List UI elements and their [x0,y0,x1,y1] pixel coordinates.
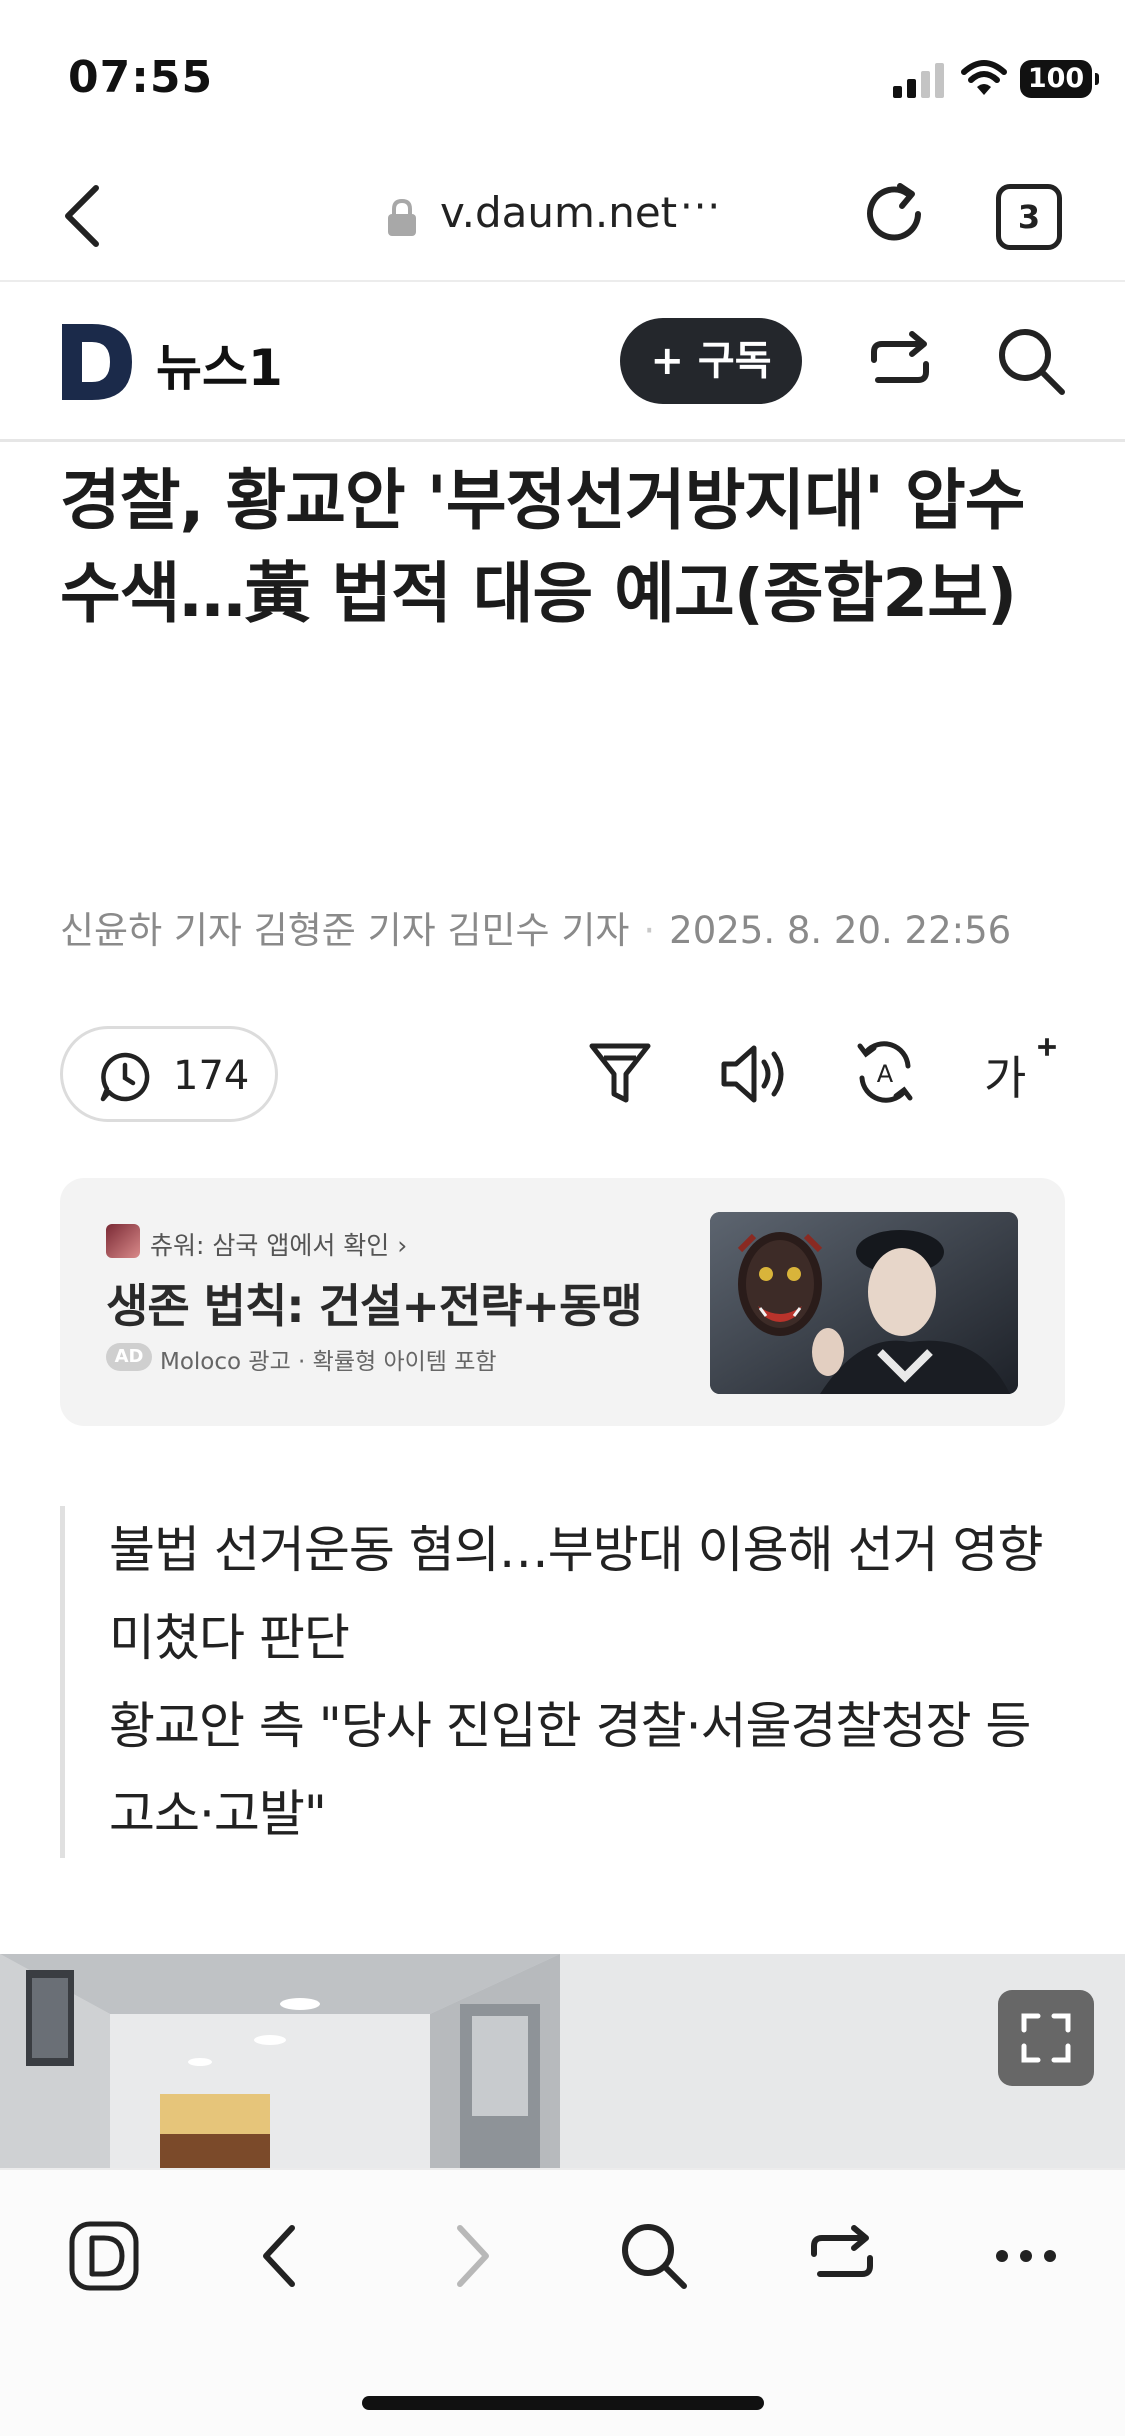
subscribe-button[interactable]: + 구독 [620,318,802,404]
tabs-button[interactable]: 3 [996,184,1062,250]
ad-card[interactable]: 츄워: 삼국 앱에서 확인 › 생존 법칙: 건설+전략+동맹 AD Moloc… [60,1178,1065,1426]
more-icon[interactable] [988,2218,1064,2294]
translate-icon[interactable]: A [852,1036,918,1108]
byline-separator: · [643,909,656,952]
article-photo[interactable] [0,1954,1125,2168]
filter-icon[interactable] [588,1040,652,1108]
share-icon[interactable] [804,2218,880,2294]
back-icon[interactable] [244,2218,320,2294]
daum-home-icon[interactable] [66,2218,142,2294]
comment-icon [100,1052,150,1102]
ad-app-thumbnail [106,1224,140,1258]
font-size-label: 가 [984,1051,1027,1105]
article-headline: 경찰, 황교안 '부정선거방지대' 압수수색…黃 법적 대응 예고(종합2보) [60,462,1026,632]
url-more-button[interactable]: ··· [680,184,721,230]
brand-name[interactable]: 뉴스1 [156,328,283,400]
forward-icon[interactable] [432,2218,508,2294]
home-indicator[interactable] [362,2396,764,2410]
article-date: 2025. 8. 20. 22:56 [669,909,1012,952]
article-byline: 신윤하 기자 김형준 기자 김민수 기자 · 2025. 8. 20. 22:56 [60,900,1011,954]
search-icon[interactable] [994,324,1068,398]
ad-meta: Moloco 광고 · 확률형 아이템 포함 [160,1349,497,1375]
summary-line: 황교안 측 "당사 진입한 경찰·서울경찰청장 등 고소·고발" [109,1697,1031,1843]
status-time: 07:55 [68,52,214,103]
browser-url-bar: v.daum.net ··· 3 [0,150,1125,282]
share-icon[interactable] [864,326,936,398]
lock-icon [388,198,416,236]
ad-app-line[interactable]: 츄워: 삼국 앱에서 확인 › [150,1226,407,1262]
plus-icon [1038,1038,1056,1056]
site-header: 뉴스1 + 구독 [0,284,1125,442]
search-icon[interactable] [616,2218,692,2294]
font-size-button[interactable]: 가 [984,1036,1058,1108]
svg-text:A: A [877,1060,894,1088]
url-text[interactable]: v.daum.net [440,188,677,237]
expand-icon[interactable] [998,1990,1094,2086]
article-summary: 불법 선거운동 혐의…부방대 이용해 선거 영향 미쳤다 판단 황교안 측 "당… [60,1506,1070,1858]
summary-line: 불법 선거운동 혐의…부방대 이용해 선거 영향 미쳤다 판단 [109,1521,1043,1667]
article-photo-image [0,1954,1125,2168]
ad-badge: AD [106,1343,152,1371]
ad-image[interactable] [710,1212,1018,1394]
chevron-left-icon[interactable] [52,180,112,252]
comment-count: 174 [173,1053,250,1099]
status-bar: 07:55 100 [0,0,1125,150]
daum-logo-icon[interactable] [62,324,132,400]
reporter-names[interactable]: 신윤하 기자 김형준 기자 김민수 기자 [60,909,629,952]
cellular-signal-icon [893,63,944,98]
speaker-icon[interactable] [718,1040,790,1108]
comment-button[interactable]: 174 [60,1026,278,1122]
reload-icon[interactable] [860,180,932,252]
battery-indicator: 100 [1020,60,1099,98]
wifi-icon [961,60,1007,95]
ad-title[interactable]: 생존 법칙: 건설+전략+동맹 [106,1270,643,1336]
